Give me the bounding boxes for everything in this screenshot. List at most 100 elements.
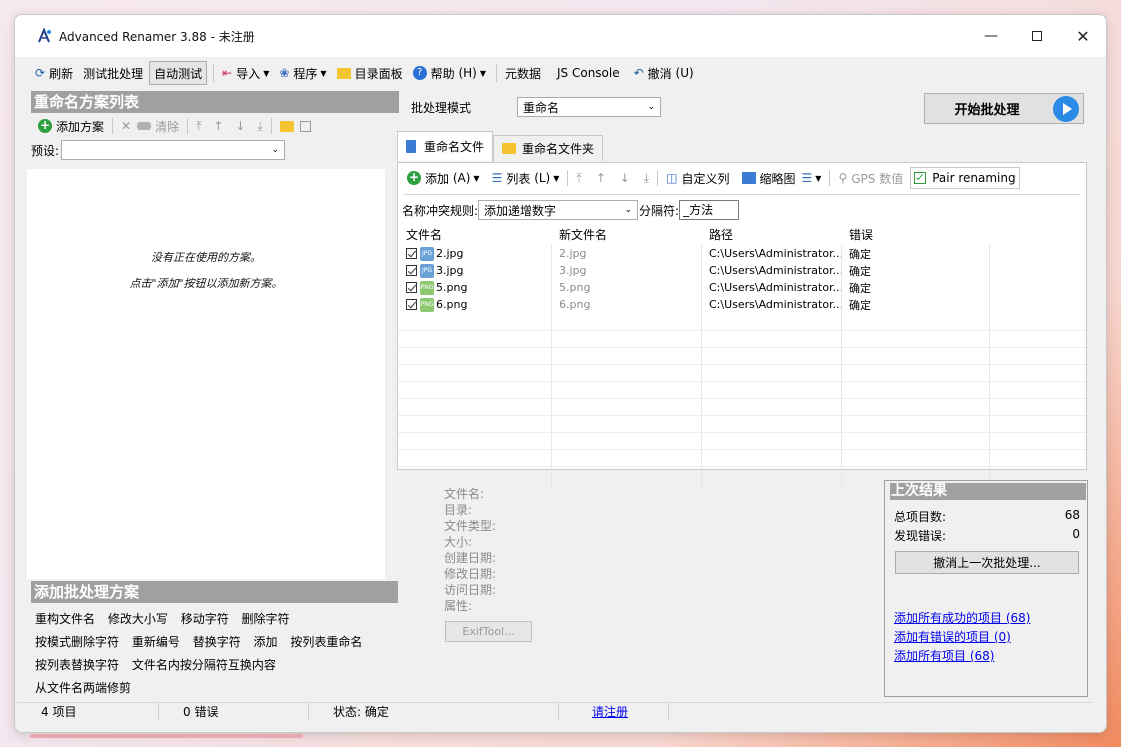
move-top-button[interactable]: ⤒ bbox=[573, 167, 584, 189]
program-menu[interactable]: ❀ 程序 ▼ bbox=[275, 61, 330, 85]
column-header-path[interactable]: 路径 bbox=[701, 226, 841, 243]
minimize-button[interactable]: — bbox=[968, 15, 1014, 57]
table-row[interactable]: JPG 2.jpg 2.jpg C:\Users\Administrator...… bbox=[398, 245, 1086, 262]
scheme-toolbar: + 添加方案 ✕ 清除 ⤒ ↑ ↓ ⤓ bbox=[31, 113, 399, 139]
exiftool-button[interactable]: ExifTool... bbox=[445, 621, 532, 642]
maximize-button[interactable] bbox=[1014, 15, 1060, 57]
files-panel: + 添加 (A) ▼ ☰ 列表 (L) ▼ ⤒ ↑ ↓ ⤓ ◫ 自定义列 缩略图 ☰ ▼ ⚲… bbox=[397, 162, 1087, 490]
method-link[interactable]: 修改大小写 bbox=[108, 612, 168, 626]
help-shortcut: (H) bbox=[458, 66, 477, 80]
list-menu[interactable]: ☰ 列表 (L) ▼ bbox=[489, 167, 563, 189]
method-link[interactable]: 按列表重命名 bbox=[290, 635, 362, 649]
move-up-button[interactable]: ↑ bbox=[210, 115, 226, 137]
conflict-select[interactable]: 添加递增数字 ⌄ bbox=[478, 200, 639, 220]
title-bar: Advanced Renamer 3.88 - 未注册 — ✕ bbox=[15, 15, 1106, 57]
columns-icon: ◫ bbox=[666, 171, 678, 185]
method-link[interactable]: 替换字符 bbox=[193, 635, 241, 649]
register-link[interactable]: 请注册 bbox=[592, 705, 628, 719]
save-scheme-button[interactable] bbox=[297, 115, 314, 137]
arrow-up-icon: ↑ bbox=[595, 171, 606, 185]
move-up-button[interactable]: ↑ bbox=[593, 167, 609, 189]
conflict-row: 名称冲突规则: 添加递增数字 ⌄ 分隔符: _方法 bbox=[402, 199, 740, 221]
grid-divider bbox=[398, 449, 1086, 450]
add-files-menu[interactable]: + 添加 (A) ▼ bbox=[404, 167, 483, 189]
move-bottom-button[interactable]: ⤓ bbox=[641, 167, 652, 189]
refresh-icon: ⟳ bbox=[35, 66, 46, 80]
refresh-label: 刷新 bbox=[49, 66, 74, 81]
pair-renaming-label: Pair renaming bbox=[932, 171, 1016, 185]
undo-last-batch-button[interactable]: 撤消上一次批处理... bbox=[895, 551, 1079, 574]
move-down-button[interactable]: ↓ bbox=[232, 115, 248, 137]
add-all-link[interactable]: 添加所有项目 (68) bbox=[894, 647, 994, 664]
move-top-button[interactable]: ⤒ bbox=[193, 115, 204, 137]
open-scheme-button[interactable] bbox=[277, 115, 297, 137]
js-console-button[interactable]: JS Console bbox=[553, 61, 624, 85]
tab-rename-files[interactable]: 重命名文件 bbox=[397, 131, 494, 161]
preset-select[interactable]: ⌄ bbox=[61, 140, 286, 160]
column-header-error[interactable]: 错误 bbox=[841, 226, 989, 243]
column-header-filename[interactable]: 文件名 bbox=[398, 226, 551, 243]
toolbar-divider bbox=[829, 170, 831, 186]
method-link[interactable]: 文件名内按分隔符互换内容 bbox=[132, 658, 276, 672]
move-bottom-button[interactable]: ⤓ bbox=[255, 115, 266, 137]
pair-renaming-toggle[interactable]: Pair renaming bbox=[910, 167, 1020, 189]
metadata-button[interactable]: 元数据 bbox=[501, 61, 545, 85]
toolbar-divider bbox=[213, 64, 215, 82]
row-checkbox[interactable] bbox=[406, 248, 417, 259]
help-menu[interactable]: ? 帮助 (H) ▼ bbox=[409, 61, 490, 85]
method-link[interactable]: 重构文件名 bbox=[35, 612, 95, 626]
method-link[interactable]: 移动字符 bbox=[181, 612, 229, 626]
auto-test-toggle[interactable]: 自动测试 bbox=[149, 61, 208, 85]
maximize-icon bbox=[1032, 31, 1042, 41]
method-link[interactable]: 删除字符 bbox=[242, 612, 290, 626]
scheme-list[interactable]: 没有正在使用的方案。 点击"添加"按钮以添加新方案。 bbox=[27, 169, 385, 579]
add-scheme-button[interactable]: + 添加方案 bbox=[35, 115, 107, 137]
table-row[interactable]: PNG 5.png 5.png C:\Users\Administrator...… bbox=[398, 279, 1086, 296]
row-path: C:\Users\Administrator.... bbox=[709, 247, 841, 260]
pair-renaming-checkbox bbox=[914, 172, 927, 184]
method-link[interactable]: 添加 bbox=[254, 635, 278, 649]
total-items-value: 68 bbox=[1064, 508, 1080, 522]
clear-button[interactable]: 清除 bbox=[134, 115, 182, 137]
separator-input[interactable]: _方法 bbox=[679, 200, 740, 220]
view-menu[interactable]: ☰ ▼ bbox=[799, 167, 825, 189]
row-checkbox[interactable] bbox=[406, 299, 417, 310]
close-button[interactable]: ✕ bbox=[1060, 15, 1106, 57]
refresh-button[interactable]: ⟳ 刷新 bbox=[31, 61, 77, 85]
test-batch-button[interactable]: 测试批处理 bbox=[79, 61, 147, 85]
start-batch-button[interactable]: 开始批处理 bbox=[924, 93, 1084, 124]
table-row[interactable]: JPG 3.jpg 3.jpg C:\Users\Administrator...… bbox=[398, 262, 1086, 279]
gps-button[interactable]: ⚲ GPS 数值 bbox=[835, 167, 906, 189]
add-errors-link[interactable]: 添加有错误的项目 (0) bbox=[894, 628, 1011, 645]
dropdown-arrow-icon: ▼ bbox=[263, 68, 270, 78]
row-checkbox[interactable] bbox=[406, 282, 417, 293]
metadata-label: 元数据 bbox=[504, 66, 541, 81]
import-icon: ⇤ bbox=[222, 66, 233, 80]
help-icon: ? bbox=[412, 66, 427, 80]
import-menu[interactable]: ⇤ 导入 ▼ bbox=[218, 61, 273, 85]
arrow-down-icon: ↓ bbox=[619, 171, 630, 185]
batch-mode-select[interactable]: 重命名 ⌄ bbox=[517, 97, 661, 117]
grid-header: 文件名 新文件名 路径 错误 bbox=[398, 223, 1086, 245]
folder-open-icon bbox=[279, 120, 294, 132]
batch-mode-value: 重命名 bbox=[523, 100, 560, 115]
method-link[interactable]: 按列表替换字符 bbox=[35, 658, 119, 672]
move-down-button[interactable]: ↓ bbox=[617, 167, 633, 189]
dir-panel-button[interactable]: 目录面板 bbox=[333, 61, 407, 85]
remove-scheme-button[interactable]: ✕ bbox=[118, 115, 134, 137]
table-row[interactable]: PNG 6.png 6.png C:\Users\Administrator...… bbox=[398, 296, 1086, 313]
row-checkbox[interactable] bbox=[406, 265, 417, 276]
add-successful-link[interactable]: 添加所有成功的项目 (68) bbox=[894, 609, 1030, 626]
grid-divider bbox=[398, 415, 1086, 416]
undo-button[interactable]: ↶ 撤消 (U) bbox=[630, 61, 698, 85]
x-icon: ✕ bbox=[121, 119, 132, 133]
tab-rename-folders[interactable]: 重命名文件夹 bbox=[493, 135, 604, 161]
column-header-new-name[interactable]: 新文件名 bbox=[551, 226, 701, 243]
custom-columns-button[interactable]: ◫ 自定义列 bbox=[663, 167, 732, 189]
method-link[interactable]: 从文件名两端修剪 bbox=[35, 681, 131, 695]
method-link[interactable]: 按模式删除字符 bbox=[35, 635, 119, 649]
list-icon: ☰ bbox=[491, 171, 503, 185]
toolbar-divider bbox=[657, 170, 659, 186]
thumbnails-button[interactable]: 缩略图 bbox=[739, 167, 799, 189]
method-link[interactable]: 重新编号 bbox=[132, 635, 180, 649]
